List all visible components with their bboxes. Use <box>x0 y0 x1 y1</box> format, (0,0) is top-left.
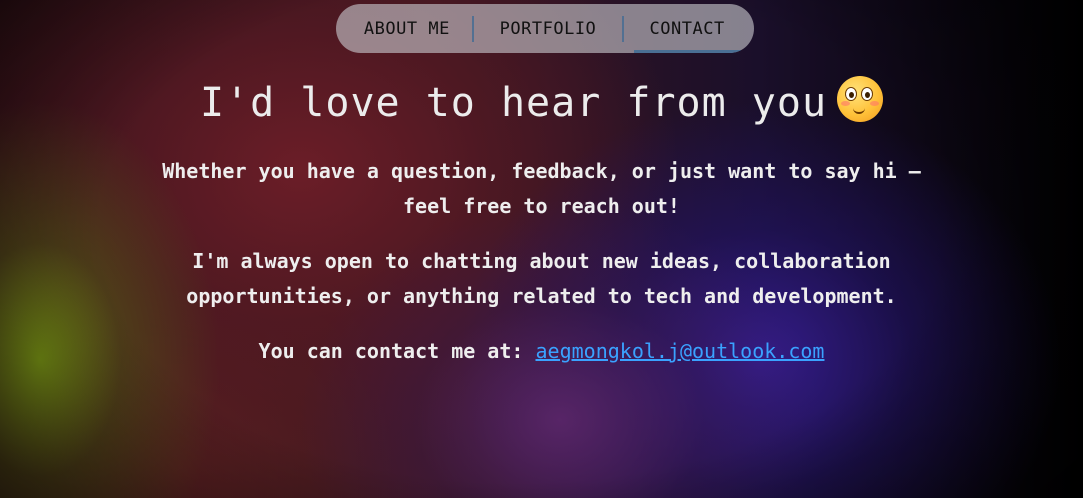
emoji-mouth <box>853 106 866 114</box>
nav-contact[interactable]: CONTACT <box>624 4 754 53</box>
intro-line-2: feel free to reach out! <box>403 194 680 218</box>
emoji-left-cheek <box>841 101 851 106</box>
page-heading: I'd love to hear from you <box>0 76 1083 126</box>
intro-paragraph: Whether you have a question, feedback, o… <box>0 154 1083 224</box>
nav-portfolio-label: PORTFOLIO <box>499 18 597 39</box>
open-line-2: opportunities, or anything related to te… <box>186 284 897 308</box>
nav-portfolio[interactable]: PORTFOLIO <box>474 4 623 53</box>
nav-contact-label: CONTACT <box>649 18 725 39</box>
smiling-face-emoji-icon <box>837 76 884 122</box>
contact-paragraph: You can contact me at: aegmongkol.j@outl… <box>0 334 1083 369</box>
emoji-left-eye <box>845 87 858 101</box>
open-to-chat-paragraph: I'm always open to chatting about new id… <box>0 244 1083 314</box>
emoji-right-cheek <box>870 101 880 106</box>
page-heading-text: I'd love to hear from you <box>199 80 828 126</box>
email-link[interactable]: aegmongkol.j@outlook.com <box>535 339 824 363</box>
open-line-1: I'm always open to chatting about new id… <box>192 249 891 273</box>
nav-about-me[interactable]: ABOUT ME <box>336 4 472 53</box>
nav-active-indicator <box>634 50 754 53</box>
emoji-right-eye <box>861 87 874 101</box>
contact-prefix: You can contact me at: <box>258 339 536 363</box>
top-nav: ABOUT ME PORTFOLIO CONTACT <box>336 4 754 53</box>
intro-line-1: Whether you have a question, feedback, o… <box>162 159 921 183</box>
nav-about-me-label: ABOUT ME <box>363 18 450 39</box>
